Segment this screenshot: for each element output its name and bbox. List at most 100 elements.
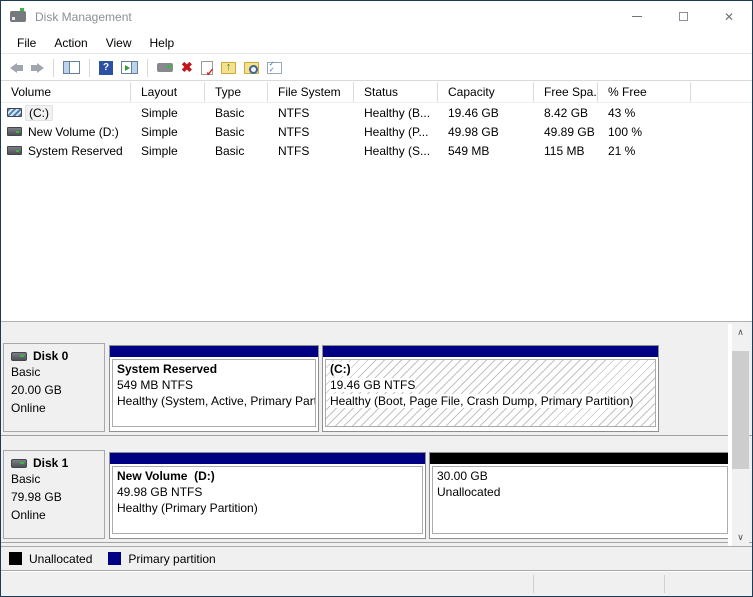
delete-volume-icon[interactable] — [181, 58, 193, 78]
disk-icon — [11, 458, 27, 468]
close-button[interactable] — [706, 1, 752, 32]
volume-name: New Volume (D:) — [28, 124, 119, 139]
scrollbar-thumb[interactable] — [732, 351, 749, 469]
cell-capacity: 19.46 GB — [448, 105, 499, 120]
action-pane-icon[interactable] — [121, 61, 138, 74]
forward-icon[interactable] — [31, 58, 44, 78]
device-properties-icon[interactable] — [157, 63, 173, 72]
striped-blue-volume-icon — [7, 108, 22, 117]
legend-bar: Unallocated Primary partition — [1, 546, 752, 570]
volume-list: Volume Layout Type File System Status Ca… — [1, 82, 752, 321]
window-title: Disk Management — [35, 9, 132, 24]
primary-partition-swatch-icon — [108, 552, 122, 565]
disk-0-partitions: System Reserved 549 MB NTFS Healthy (Sys… — [109, 345, 728, 433]
volume-name: System Reserved — [28, 143, 123, 158]
cell-file-system: NTFS — [278, 143, 310, 158]
disk-1-label-panel[interactable]: Disk 1 Basic 79.98 GB Online — [3, 450, 105, 539]
cell-status: Healthy (B... — [364, 105, 431, 120]
partition-system-reserved[interactable]: System Reserved 549 MB NTFS Healthy (Sys… — [109, 345, 319, 432]
legend-label: Unallocated — [29, 551, 93, 566]
back-icon[interactable] — [10, 58, 23, 78]
header-status[interactable]: Status — [354, 82, 438, 102]
primary-partition-bar — [110, 346, 318, 357]
legend-unallocated: Unallocated — [9, 552, 92, 566]
set-active-icon[interactable] — [200, 60, 215, 79]
minimize-icon — [632, 16, 642, 17]
plain-volume-icon — [7, 146, 22, 155]
disk-status: Online — [11, 401, 46, 415]
partition-new-volume-d[interactable]: New Volume (D:) 49.98 GB NTFS Healthy (P… — [109, 452, 426, 539]
table-row[interactable]: System Reserved Simple Basic NTFS Health… — [1, 141, 752, 160]
window-controls — [614, 1, 752, 32]
cell-pct-free: 43 % — [608, 105, 636, 120]
cell-free-space: 115 MB — [544, 143, 585, 158]
help-icon[interactable] — [99, 60, 113, 75]
disk-name: Disk 1 — [33, 456, 69, 470]
cell-file-system: NTFS — [278, 105, 310, 120]
minimize-button[interactable] — [614, 1, 660, 32]
header-type[interactable]: Type — [205, 82, 268, 102]
partition-name: New Volume (D:) — [117, 469, 215, 483]
header-volume[interactable]: Volume — [1, 82, 131, 102]
disk-size: 20.00 GB — [11, 383, 62, 397]
explore-folder-icon[interactable] — [243, 61, 259, 74]
cell-pct-free: 21 % — [608, 143, 636, 158]
cell-capacity: 49.98 GB — [448, 124, 499, 139]
partition-size: 19.46 GB NTFS — [330, 378, 416, 392]
partition-name: System Reserved — [117, 362, 218, 376]
header-file-system[interactable]: File System — [268, 82, 354, 102]
partition-status: Healthy (System, Active, Primary Part — [117, 394, 316, 408]
view-options-icon[interactable] — [266, 61, 282, 74]
toolbar-separator — [147, 58, 148, 77]
disk-size: 79.98 GB — [11, 490, 62, 504]
legend-primary-partition: Primary partition — [108, 551, 216, 566]
table-row[interactable]: (C:) Simple Basic NTFS Healthy (B... 19.… — [1, 103, 752, 122]
partition-size: 49.98 GB NTFS — [117, 485, 203, 499]
disk-1-partitions: New Volume (D:) 49.98 GB NTFS Healthy (P… — [109, 452, 731, 540]
menu-action[interactable]: Action — [45, 33, 96, 53]
disk-icon — [11, 351, 27, 361]
status-divider — [664, 575, 665, 593]
cell-type: Basic — [215, 143, 245, 158]
table-row[interactable]: New Volume (D:) Simple Basic NTFS Health… — [1, 122, 752, 141]
disk-0-label-panel[interactable]: Disk 0 Basic 20.00 GB Online — [3, 343, 105, 432]
menu-help[interactable]: Help — [141, 33, 184, 53]
unallocated-bar — [430, 453, 730, 464]
disk-type: Basic — [11, 472, 41, 486]
scroll-up-icon[interactable] — [732, 324, 749, 341]
partition-status: Healthy (Boot, Page File, Crash Dump, Pr… — [330, 394, 634, 408]
cell-capacity: 549 MB — [448, 143, 490, 158]
disk-0-row: Disk 0 Basic 20.00 GB Online System Rese… — [1, 330, 752, 436]
header-pct-free[interactable]: % Free — [598, 82, 691, 102]
toolbar-separator — [53, 58, 54, 77]
cell-free-space: 49.89 GB — [544, 124, 595, 139]
disk-1-row: Disk 1 Basic 79.98 GB Online New Volume … — [1, 437, 752, 543]
header-free-space[interactable]: Free Spa... — [534, 82, 598, 102]
partition-c-selected[interactable]: (C:) 19.46 GB NTFS Healthy (Boot, Page F… — [322, 345, 659, 432]
partition-unallocated[interactable]: 30.00 GB Unallocated — [429, 452, 731, 539]
cell-free-space: 8.42 GB — [544, 105, 589, 120]
cell-status: Healthy (P... — [364, 124, 429, 139]
status-bar — [1, 572, 752, 596]
menu-file[interactable]: File — [8, 33, 45, 53]
console-tree-icon[interactable] — [63, 61, 80, 74]
header-capacity[interactable]: Capacity — [438, 82, 534, 102]
toolbar — [1, 55, 752, 81]
partition-status: Unallocated — [437, 485, 501, 499]
disk-drive-icon — [10, 8, 26, 22]
cell-pct-free: 100 % — [608, 124, 643, 139]
open-folder-icon[interactable] — [220, 61, 236, 74]
menu-view[interactable]: View — [97, 33, 141, 53]
legend-label: Primary partition — [128, 551, 216, 566]
primary-partition-bar — [323, 346, 658, 357]
disk-graph-view: Disk 0 Basic 20.00 GB Online System Rese… — [1, 324, 752, 546]
volume-list-header: Volume Layout Type File System Status Ca… — [1, 82, 752, 103]
cell-type: Basic — [215, 124, 245, 139]
title-bar: Disk Management — [1, 1, 752, 32]
disk-name: Disk 0 — [33, 349, 69, 363]
header-layout[interactable]: Layout — [131, 82, 205, 102]
volume-name: (C:) — [25, 104, 53, 121]
maximize-button[interactable] — [660, 1, 706, 32]
scroll-down-icon[interactable] — [732, 529, 749, 546]
vertical-scrollbar[interactable] — [732, 324, 749, 546]
